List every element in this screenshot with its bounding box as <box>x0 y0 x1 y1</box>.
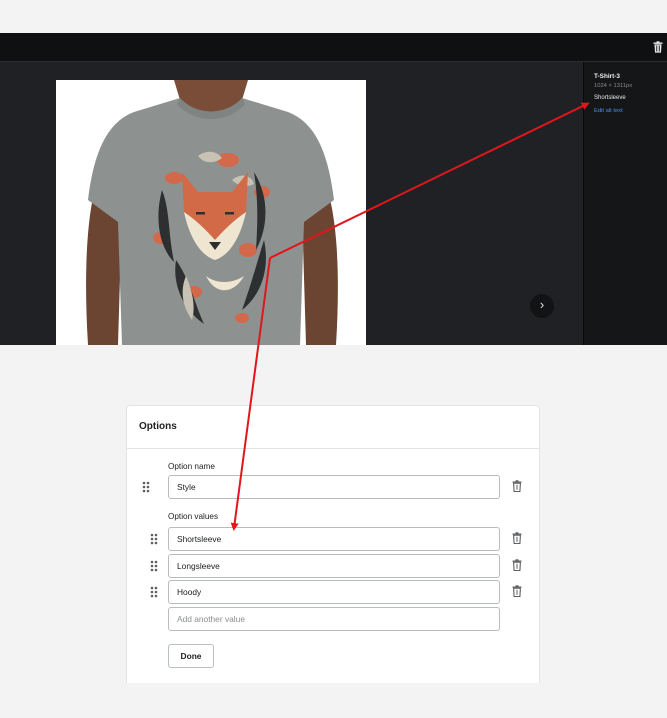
image-stage: › <box>0 62 583 345</box>
option-values-label: Option values <box>168 512 219 521</box>
drag-handle-icon[interactable] <box>150 586 158 598</box>
next-image-button[interactable]: › <box>530 294 554 318</box>
options-title: Options <box>139 421 177 432</box>
option-name-input[interactable] <box>168 475 500 499</box>
media-alt-text: Shortsleeve <box>594 95 626 101</box>
media-file-name: T-Shirt-3 <box>594 73 620 80</box>
viewer-toolbar <box>0 33 667 62</box>
media-viewer: › T-Shirt-3 1024 × 1311px Shortsleeve Ed… <box>0 33 667 345</box>
option-value-input[interactable] <box>168 554 500 578</box>
trash-icon[interactable] <box>512 559 522 571</box>
trash-icon[interactable] <box>512 480 522 492</box>
media-details-panel: T-Shirt-3 1024 × 1311px Shortsleeve Edit… <box>583 62 667 345</box>
chevron-right-icon: › <box>539 297 545 312</box>
trash-icon[interactable] <box>512 585 522 597</box>
done-button[interactable]: Done <box>168 644 214 668</box>
tshirt-photo <box>86 80 338 345</box>
option-value-input[interactable] <box>168 580 500 604</box>
product-image <box>56 80 366 345</box>
divider <box>127 448 539 449</box>
drag-handle-icon[interactable] <box>142 481 150 493</box>
option-name-label: Option name <box>168 462 215 471</box>
drag-handle-icon[interactable] <box>150 560 158 572</box>
add-value-input[interactable] <box>168 607 500 631</box>
trash-icon[interactable] <box>653 41 663 53</box>
trash-icon[interactable] <box>512 532 522 544</box>
option-value-input[interactable] <box>168 527 500 551</box>
edit-alt-text-link[interactable]: Edit alt text <box>594 108 667 114</box>
options-card: Options Option name Option values <box>126 405 540 683</box>
media-dimensions: 1024 × 1311px <box>594 83 633 89</box>
drag-handle-icon[interactable] <box>150 533 158 545</box>
